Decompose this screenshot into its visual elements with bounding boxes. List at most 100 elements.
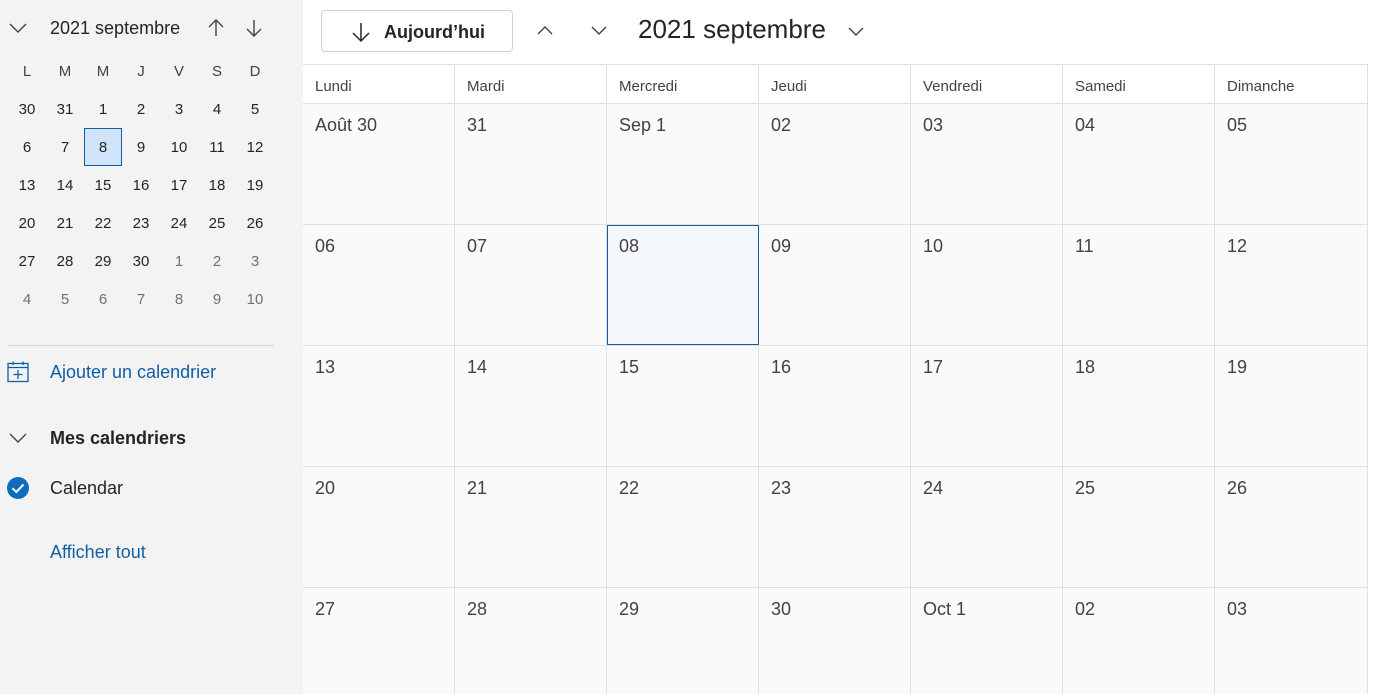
mini-next-month-button[interactable] — [242, 15, 266, 41]
mini-day[interactable]: 7 — [122, 280, 160, 318]
day-cell[interactable]: 23 — [759, 467, 911, 587]
day-number: 11 — [1075, 236, 1094, 256]
mini-day[interactable]: 3 — [160, 90, 198, 128]
day-cell[interactable]: 09 — [759, 225, 911, 345]
day-cell[interactable]: 02 — [1063, 588, 1215, 694]
mini-day[interactable]: 30 — [8, 90, 46, 128]
mini-day[interactable]: 1 — [84, 90, 122, 128]
mini-day[interactable]: 25 — [198, 204, 236, 242]
day-cell[interactable]: Sep 1 — [607, 104, 759, 224]
day-cell[interactable]: 11 — [1063, 225, 1215, 345]
day-cell[interactable]: 16 — [759, 346, 911, 466]
mini-week-row: 4 5 6 7 8 9 10 — [8, 280, 274, 318]
day-cell[interactable]: 15 — [607, 346, 759, 466]
mini-day[interactable]: 29 — [84, 242, 122, 280]
mini-day[interactable]: 26 — [236, 204, 274, 242]
mini-week-row: 6 7 8 9 10 11 12 — [8, 128, 274, 166]
mini-day[interactable]: 30 — [122, 242, 160, 280]
day-cell[interactable]: 26 — [1215, 467, 1368, 587]
mini-day[interactable]: 20 — [8, 204, 46, 242]
mini-day[interactable]: 13 — [8, 166, 46, 204]
day-cell[interactable]: Oct 1 — [911, 588, 1063, 694]
day-number: 30 — [771, 599, 792, 619]
mini-day[interactable]: 18 — [198, 166, 236, 204]
day-number: 15 — [619, 357, 640, 377]
mini-day[interactable]: 11 — [198, 128, 236, 166]
day-cell[interactable]: 07 — [455, 225, 607, 345]
mini-day[interactable]: 24 — [160, 204, 198, 242]
calendar-item-calendar[interactable]: Calendar — [0, 470, 290, 506]
day-cell[interactable]: 18 — [1063, 346, 1215, 466]
day-cell[interactable]: 24 — [911, 467, 1063, 587]
mini-day[interactable]: 4 — [198, 90, 236, 128]
mini-week-row: 20 21 22 23 24 25 26 — [8, 204, 274, 242]
mini-day[interactable]: 4 — [8, 280, 46, 318]
show-all-link[interactable]: Afficher tout — [50, 542, 146, 563]
add-calendar-button[interactable]: Ajouter un calendrier — [0, 354, 290, 390]
mini-day[interactable]: 10 — [236, 280, 274, 318]
day-cell[interactable]: 27 — [303, 588, 455, 694]
day-cell[interactable]: 19 — [1215, 346, 1368, 466]
day-cell[interactable]: 28 — [455, 588, 607, 694]
mini-day[interactable]: 27 — [8, 242, 46, 280]
mini-day[interactable]: 8 — [160, 280, 198, 318]
next-month-button[interactable] — [587, 17, 611, 43]
mini-day[interactable]: 6 — [84, 280, 122, 318]
mini-day[interactable]: 17 — [160, 166, 198, 204]
day-cell[interactable]: 06 — [303, 225, 455, 345]
mini-day[interactable]: 22 — [84, 204, 122, 242]
mini-previous-month-button[interactable] — [204, 15, 228, 41]
day-cell[interactable]: 20 — [303, 467, 455, 587]
mini-day[interactable]: 16 — [122, 166, 160, 204]
mini-day[interactable]: 21 — [46, 204, 84, 242]
mini-day[interactable]: 12 — [236, 128, 274, 166]
day-cell[interactable]: 12 — [1215, 225, 1368, 345]
day-cell[interactable]: 04 — [1063, 104, 1215, 224]
day-number: 22 — [619, 478, 640, 498]
mini-day[interactable]: 3 — [236, 242, 274, 280]
day-cell[interactable]: 02 — [759, 104, 911, 224]
day-cell[interactable]: 03 — [1215, 588, 1368, 694]
mini-day[interactable]: 7 — [46, 128, 84, 166]
mini-day[interactable]: 14 — [46, 166, 84, 204]
mini-day[interactable]: 19 — [236, 166, 274, 204]
mini-day[interactable]: 1 — [160, 242, 198, 280]
day-cell[interactable]: 05 — [1215, 104, 1368, 224]
day-cell[interactable]: Août 30 — [303, 104, 455, 224]
main-calendar-area: Aujourd’hui 2021 septembre Lundi Mardi Mer… — [303, 0, 1381, 694]
mini-day[interactable]: 23 — [122, 204, 160, 242]
day-cell[interactable]: 22 — [607, 467, 759, 587]
day-cell[interactable]: 10 — [911, 225, 1063, 345]
my-calendars-toggle[interactable]: Mes calendriers — [0, 420, 290, 456]
day-cell[interactable]: 29 — [607, 588, 759, 694]
mini-day[interactable]: 2 — [122, 90, 160, 128]
day-cell[interactable]: 13 — [303, 346, 455, 466]
day-number: Août 30 — [315, 115, 378, 135]
day-cell[interactable]: 21 — [455, 467, 607, 587]
weekday-header: Samedi — [1063, 65, 1215, 104]
day-cell[interactable]: 14 — [455, 346, 607, 466]
collapse-mini-calendar-button[interactable] — [6, 16, 30, 40]
month-title-dropdown[interactable]: 2021 septembre — [638, 14, 826, 45]
mini-day[interactable]: 28 — [46, 242, 84, 280]
chevron-down-icon[interactable] — [845, 20, 867, 42]
mini-day[interactable]: 9 — [122, 128, 160, 166]
mini-day[interactable]: 2 — [198, 242, 236, 280]
mini-day-selected[interactable]: 8 — [84, 128, 122, 166]
mini-day[interactable]: 5 — [46, 280, 84, 318]
day-cell[interactable]: 30 — [759, 588, 911, 694]
mini-day[interactable]: 6 — [8, 128, 46, 166]
day-number: 09 — [771, 236, 792, 256]
day-cell[interactable]: 03 — [911, 104, 1063, 224]
mini-day[interactable]: 31 — [46, 90, 84, 128]
day-cell[interactable]: 25 — [1063, 467, 1215, 587]
day-cell[interactable]: 31 — [455, 104, 607, 224]
mini-day[interactable]: 9 — [198, 280, 236, 318]
mini-day[interactable]: 15 — [84, 166, 122, 204]
today-button[interactable]: Aujourd’hui — [321, 10, 513, 52]
previous-month-button[interactable] — [533, 17, 557, 43]
mini-day[interactable]: 5 — [236, 90, 274, 128]
day-cell[interactable]: 17 — [911, 346, 1063, 466]
day-cell-today[interactable]: 08 — [607, 225, 759, 345]
mini-day[interactable]: 10 — [160, 128, 198, 166]
